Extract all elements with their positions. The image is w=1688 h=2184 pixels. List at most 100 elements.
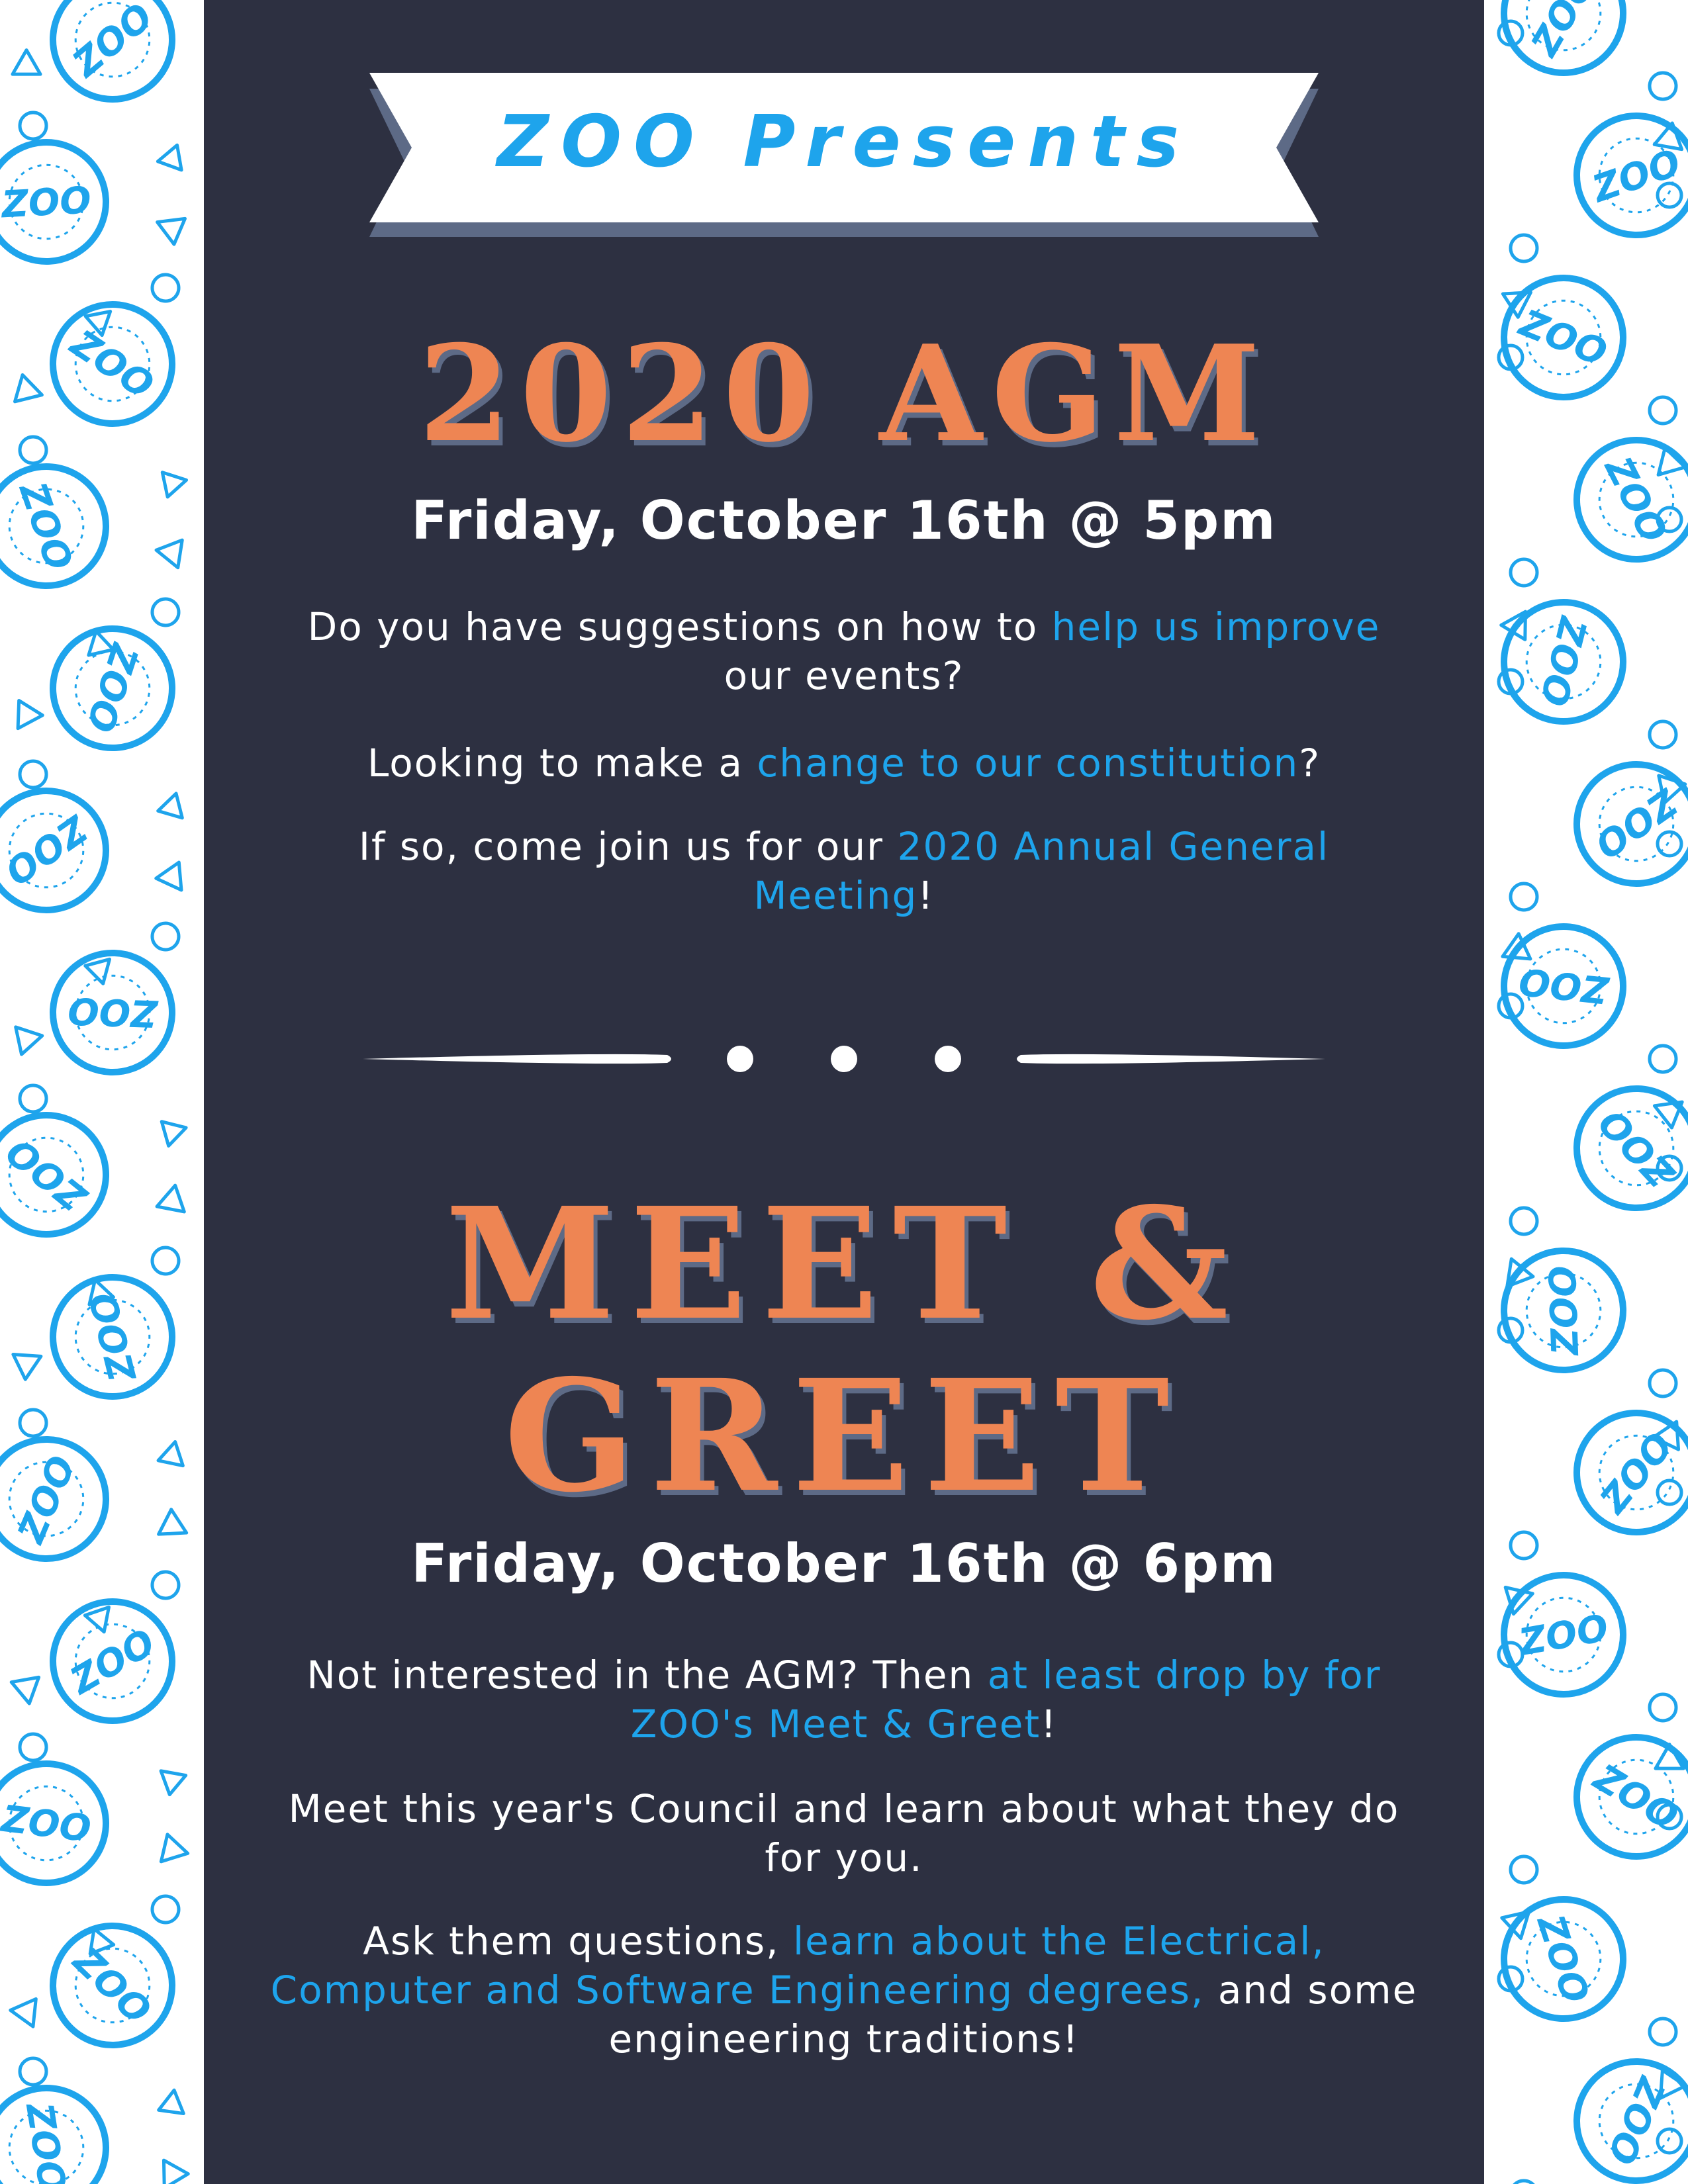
triangle-shape bbox=[16, 699, 44, 731]
circle-shape bbox=[1509, 233, 1539, 263]
circle-shape bbox=[1656, 1479, 1683, 1506]
svg-text:ZOO: ZOO bbox=[1587, 779, 1686, 866]
circle-shape bbox=[1648, 395, 1678, 426]
agm-p3-text: If so, come join us for our bbox=[358, 824, 898, 869]
circle-shape bbox=[1509, 557, 1539, 588]
triangle-shape bbox=[11, 48, 42, 76]
meet-paragraph-3: Ask them questions, learn about the Elec… bbox=[270, 1917, 1418, 2064]
zoo-logo-pattern: ZOOZOOZOOZOOZOOZOOZOOZOOZOOZOOZOOZOOZOOZ… bbox=[1497, 0, 1688, 2184]
agm-paragraph-3: If so, come join us for our 2020 Annual … bbox=[270, 822, 1418, 920]
circle-shape bbox=[150, 1246, 181, 1276]
zoo-logo-icon: ZOO bbox=[0, 463, 109, 589]
circle-shape bbox=[18, 1408, 48, 1438]
right-pattern-strip: ZOO ZOO ZOO ZOO ZOO ZOO ZOO ZOO ZOO ZOO ZOO ZOO ZOO Z… bbox=[1484, 0, 1688, 2184]
triangle-shape bbox=[9, 1675, 41, 1706]
triangle-shape bbox=[160, 1120, 188, 1148]
circle-shape bbox=[150, 1894, 181, 1925]
agm-p2-text: Looking to make a bbox=[367, 741, 757, 786]
triangle-shape bbox=[159, 1833, 190, 1864]
svg-text:ZOO: ZOO bbox=[0, 1129, 96, 1220]
svg-text:ZOO: ZOO bbox=[62, 1621, 162, 1704]
svg-text:ZOO: ZOO bbox=[0, 805, 96, 893]
agm-paragraph-2: Looking to make a change to our constitu… bbox=[270, 739, 1418, 788]
zoo-logo-icon: ZOO bbox=[50, 1274, 175, 1400]
zoo-logo-icon: ZOO bbox=[50, 301, 175, 427]
circle-shape bbox=[18, 2056, 48, 2087]
triangle-shape bbox=[154, 538, 184, 570]
svg-text:ZOO: ZOO bbox=[62, 321, 161, 408]
zoo-logo-icon: ZOO bbox=[0, 139, 109, 265]
svg-text:ZOO: ZOO bbox=[17, 2099, 74, 2184]
circle-shape bbox=[18, 759, 48, 790]
triangle-shape bbox=[154, 860, 183, 892]
circle-shape bbox=[150, 273, 181, 303]
divider-dot bbox=[935, 1046, 961, 1072]
circle-shape bbox=[1509, 1530, 1539, 1561]
zoo-logo-icon: ZOO bbox=[0, 1112, 109, 1238]
circle-shape bbox=[150, 1570, 181, 1600]
agm-p3-text-end: ! bbox=[917, 873, 935, 918]
triangle-shape bbox=[159, 1769, 188, 1797]
svg-text:ZOO: ZOO bbox=[10, 476, 80, 576]
zoo-logo-icon: ZOO bbox=[50, 0, 175, 103]
agm-headline: 2020 AGM bbox=[418, 316, 1270, 472]
divider-dot bbox=[831, 1046, 857, 1072]
zoo-logo-icon: ZOO bbox=[0, 1760, 109, 1886]
svg-text:ZOO: ZOO bbox=[64, 0, 162, 87]
svg-text:ZOO: ZOO bbox=[67, 989, 160, 1035]
zoo-logo-icon: ZOO bbox=[0, 2085, 109, 2184]
triangle-shape bbox=[156, 143, 183, 172]
svg-text:ZOO: ZOO bbox=[1591, 1100, 1684, 1196]
triangle-shape bbox=[157, 1508, 189, 1536]
triangle-shape bbox=[157, 2088, 185, 2116]
circle-shape bbox=[1656, 2127, 1683, 2155]
poster-panel: ZOO Presents 2020 AGM Friday, October 16… bbox=[204, 0, 1484, 2184]
circle-shape bbox=[18, 435, 48, 465]
meet-headline-line2: GREET bbox=[504, 1345, 1184, 1526]
circle-shape bbox=[1509, 882, 1539, 912]
zoo-logo-icon: ZOO bbox=[1501, 275, 1626, 400]
zoo-logo-icon: ZOO bbox=[50, 1598, 175, 1724]
agm-p1-highlight: help us improve bbox=[1051, 604, 1381, 649]
circle-shape bbox=[1513, 2179, 1535, 2184]
zoo-logo-icon: ZOO bbox=[1573, 2058, 1688, 2184]
left-pattern-strip: ZOO ZOO ZOO ZOO ZOO ZOO ZOO ZOO ZOO ZOO ZOO ZOO ZOO Z… bbox=[0, 0, 204, 2184]
circle-shape bbox=[1509, 1854, 1539, 1885]
meet-date: Friday, October 16th @ 6pm bbox=[411, 1533, 1277, 1594]
zoo-logo-icon: ZOO bbox=[1501, 923, 1626, 1049]
meet-paragraph-2: Meet this year's Council and learn about… bbox=[288, 1786, 1400, 1880]
divider-left-line bbox=[363, 1054, 671, 1064]
zoo-logo-icon: ZOO bbox=[1573, 1085, 1688, 1211]
triangle-shape bbox=[160, 471, 189, 499]
triangle-shape bbox=[156, 216, 187, 246]
svg-text:ZOO: ZOO bbox=[1523, 0, 1605, 64]
zoo-logo-icon: ZOO bbox=[0, 788, 109, 913]
svg-text:ZOO: ZOO bbox=[9, 1450, 84, 1551]
triangle-shape bbox=[9, 1997, 38, 2028]
meet-headline-line1: MEET & bbox=[445, 1173, 1243, 1354]
banner-title: ZOO Presents bbox=[496, 101, 1192, 183]
triangle-shape bbox=[162, 2158, 190, 2184]
svg-text:ZOO: ZOO bbox=[1586, 141, 1686, 211]
svg-text:ZOO: ZOO bbox=[1531, 612, 1595, 710]
zoo-logo-icon: ZOO bbox=[1573, 437, 1688, 563]
circle-shape bbox=[150, 597, 181, 627]
circle-shape bbox=[18, 111, 48, 141]
zoo-logo-icon: ZOO bbox=[1573, 1410, 1688, 1535]
zoo-logo-icon: ZOO bbox=[1501, 599, 1626, 725]
zoo-logo-icon: ZOO bbox=[50, 625, 175, 751]
zoo-logo-icon: ZOO bbox=[50, 1923, 175, 2048]
triangle-shape bbox=[13, 373, 44, 404]
agm-date: Friday, October 16th @ 5pm bbox=[411, 490, 1277, 551]
triangle-shape bbox=[14, 1025, 44, 1056]
circle-shape bbox=[1648, 719, 1678, 750]
zoo-logo-icon: ZOO bbox=[50, 950, 175, 1075]
divider-right-line bbox=[1017, 1054, 1325, 1064]
circle-shape bbox=[1648, 1044, 1678, 1074]
meet-p3-text: Ask them questions, bbox=[363, 1919, 793, 1964]
meet-paragraph-1: Not interested in the AGM? Then at least… bbox=[270, 1651, 1418, 1749]
svg-text:ZOO: ZOO bbox=[1513, 301, 1613, 375]
circle-shape bbox=[1509, 1206, 1539, 1236]
agm-p1-text-end: our events? bbox=[724, 653, 964, 698]
svg-text:ZOO: ZOO bbox=[1591, 1425, 1682, 1523]
